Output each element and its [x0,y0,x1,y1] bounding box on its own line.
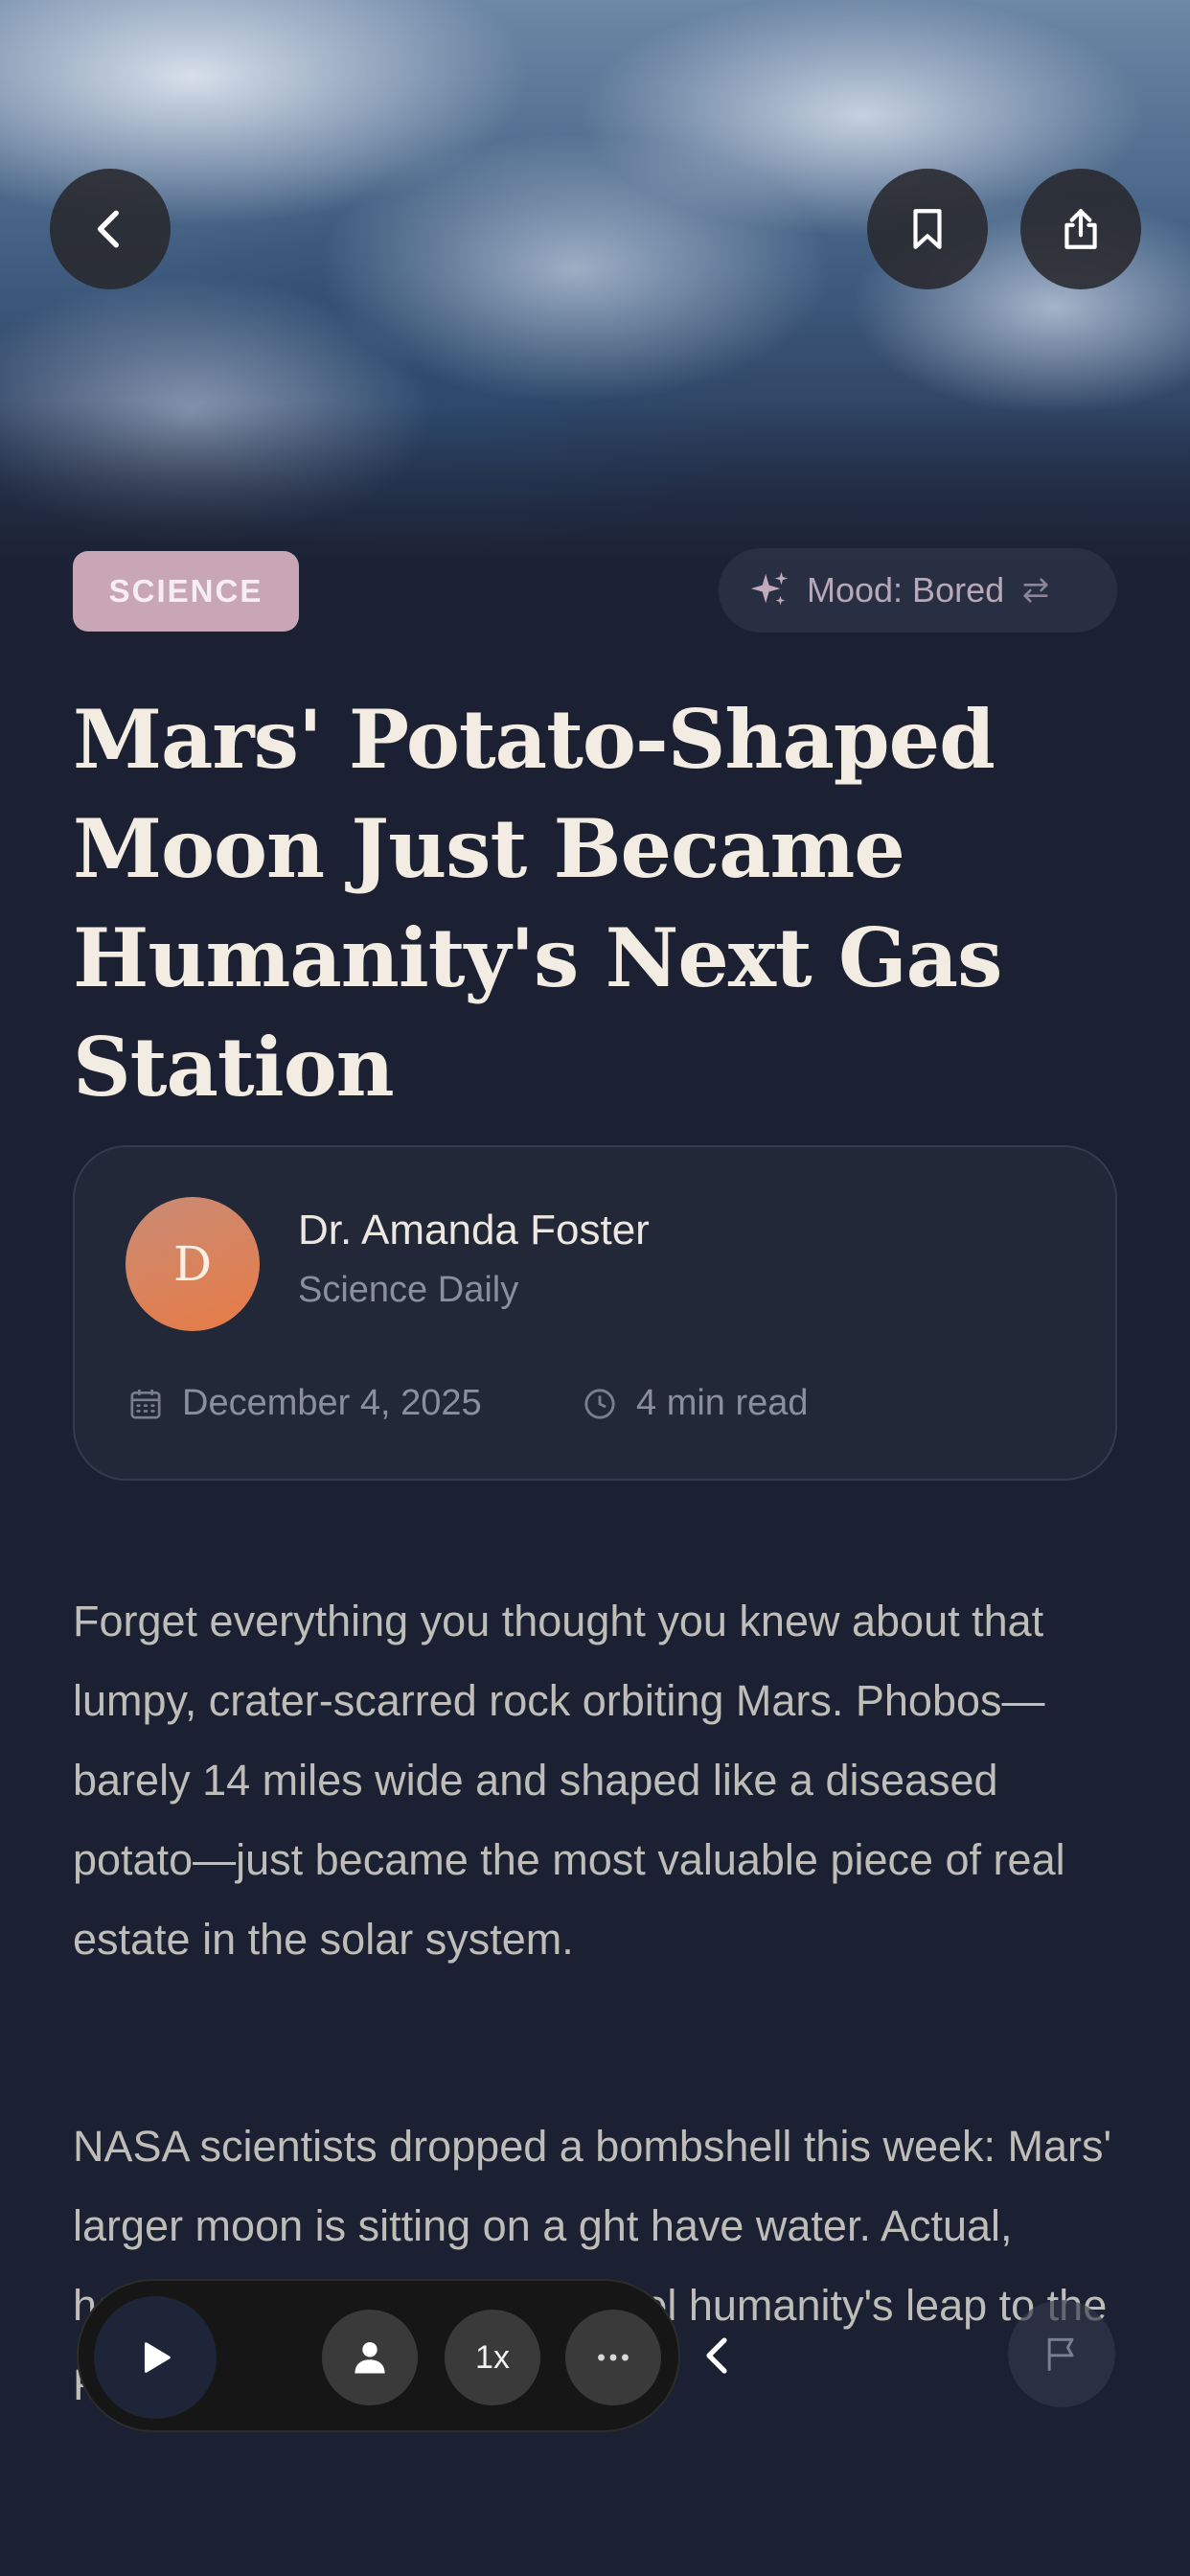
play-icon [144,2342,171,2373]
clock-icon [584,1388,615,1419]
speed-button[interactable]: 1x [445,2310,540,2405]
paragraph: Forget everything you thought you knew a… [73,1597,1065,1964]
collapse-player-button[interactable] [680,2317,757,2394]
play-button[interactable] [94,2296,217,2419]
author-name[interactable]: Dr. Amanda Foster [298,1207,650,1254]
back-button[interactable] [50,169,171,289]
more-icon [598,2354,629,2361]
more-button[interactable] [565,2310,661,2405]
bookmark-button[interactable] [867,169,988,289]
mood-label: Mood: Bored [807,570,1005,610]
person-icon [355,2342,385,2374]
publication-name: Science Daily [298,1270,519,1310]
publish-date: December 4, 2025 [126,1383,482,1424]
category-chip[interactable]: SCIENCE [73,551,299,632]
voice-button[interactable] [322,2310,418,2405]
avatar[interactable]: D [126,1197,260,1331]
share-icon [1064,209,1097,249]
flag-icon [1047,2337,1074,2371]
mood-chip[interactable]: Mood: Bored [719,548,1117,632]
chevron-left-icon [706,2337,727,2374]
sparkle-icon [750,571,789,606]
author-card: D Dr. Amanda Foster Science Daily Decemb… [73,1145,1117,1481]
swap-icon [1023,578,1048,603]
article-title: Mars' Potato-Shaped Moon Just Became Hum… [73,692,1002,1115]
chevron-left-icon [97,210,119,248]
date-text: December 4, 2025 [182,1383,482,1423]
calendar-icon [130,1389,161,1418]
read-time-text: 4 min read [636,1383,809,1423]
read-time: 4 min read [581,1383,809,1424]
bookmark-icon [913,209,942,249]
share-button[interactable] [1020,169,1141,289]
report-button[interactable] [1008,2300,1115,2407]
audio-player: 1x [77,2279,680,2432]
